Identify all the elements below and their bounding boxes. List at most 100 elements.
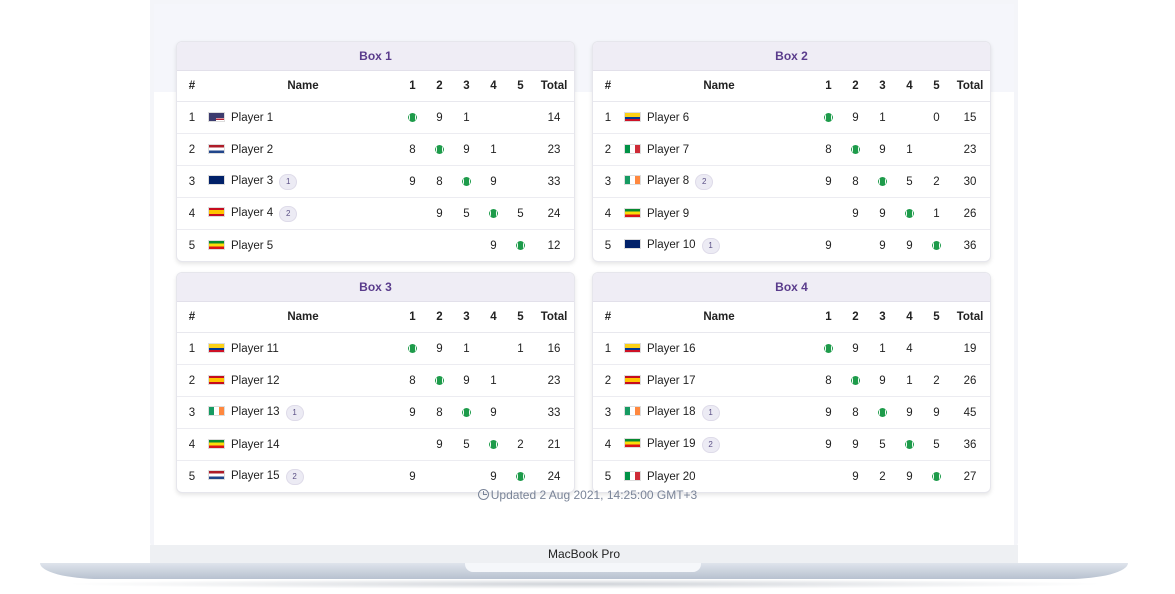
score-cell: 9 [426,197,453,230]
table-row: 2 Player 17 8 9 1 2 26 [593,364,990,397]
player-name-link[interactable]: Player 4 [231,207,273,219]
player-name-link[interactable]: Player 6 [647,112,689,124]
self-cell [842,133,869,166]
score-cell: 1 [507,332,534,365]
tennis-ball-icon [462,176,471,186]
score-cell: 9 [869,133,896,166]
table-row: 3 Player 3 1 9 8 9 33 [177,165,574,198]
player-name-link[interactable]: Player 16 [647,343,696,355]
rank-cell: 1 [177,332,207,365]
player-name-link[interactable]: Player 3 [231,175,273,187]
table-header-row: # Name 1 2 3 4 5 Total [177,71,574,102]
table-row: 4 Player 4 2 9 5 5 24 [177,197,574,230]
tennis-ball-icon [824,343,833,353]
tennis-ball-icon [878,176,887,186]
score-cell: 9 [815,165,842,198]
total-cell: 33 [534,396,574,429]
table-row: 4 Player 19 2 9 9 5 5 36 [593,428,990,461]
score-cell: 9 [426,101,453,134]
column-header: 3 [453,71,480,102]
column-header: 4 [480,71,507,102]
count-badge: 2 [695,173,714,190]
flag-nl-icon [208,143,225,154]
column-header: 1 [815,71,842,102]
score-cell: 9 [399,165,426,198]
score-cell [923,133,950,166]
rank-cell: 3 [177,165,207,198]
column-header: 1 [399,302,426,333]
self-cell [896,197,923,230]
player-cell: Player 19 2 [623,428,815,461]
self-cell [923,230,950,262]
table-row: 3 Player 8 2 9 8 5 2 30 [593,165,990,198]
total-cell: 14 [534,101,574,134]
score-cell [480,332,507,365]
player-name-link[interactable]: Player 12 [231,375,280,387]
tennis-ball-icon [905,439,914,449]
count-badge: 1 [701,404,720,421]
self-cell [426,133,453,166]
player-name-link[interactable]: Player 7 [647,144,689,156]
total-cell: 21 [534,428,574,461]
score-cell [507,396,534,429]
player-cell: Player 9 [623,197,815,230]
score-cell [426,230,453,262]
player-name-link[interactable]: Player 15 [231,470,280,482]
player-cell: Player 11 [207,332,399,365]
column-header: Total [950,302,990,333]
count-badge: 2 [701,436,720,453]
total-cell: 36 [950,428,990,461]
device-label: MacBook Pro [547,547,621,561]
column-header: Name [207,302,399,333]
column-header: 2 [426,71,453,102]
player-name-link[interactable]: Player 14 [231,439,280,451]
flag-it-icon [624,470,641,481]
rank-cell: 2 [177,133,207,166]
table-header-row: # Name 1 2 3 4 5 Total [593,71,990,102]
player-name-link[interactable]: Player 17 [647,375,696,387]
self-cell [815,332,842,365]
score-cell [896,101,923,134]
tennis-ball-icon [851,375,860,385]
score-cell: 0 [923,101,950,134]
score-cell: 9 [923,396,950,429]
player-cell: Player 7 [623,133,815,166]
player-name-link[interactable]: Player 18 [647,406,696,418]
tennis-ball-icon [435,375,444,385]
column-header: # [593,302,623,333]
tennis-ball-icon [932,240,941,250]
score-cell: 5 [869,428,896,461]
player-cell: Player 6 [623,101,815,134]
tennis-ball-icon [516,471,525,481]
player-name-link[interactable]: Player 13 [231,406,280,418]
rank-cell: 3 [177,396,207,429]
flag-et-icon [208,239,225,250]
player-name-link[interactable]: Player 1 [231,112,273,124]
score-cell: 9 [896,396,923,429]
column-header: # [177,302,207,333]
table-row: 1 Player 16 9 1 4 19 [593,332,990,365]
player-name-link[interactable]: Player 11 [231,343,279,355]
score-cell: 1 [869,101,896,134]
column-header: 2 [842,71,869,102]
count-badge: 1 [279,173,298,190]
player-name-link[interactable]: Player 9 [647,208,689,220]
table-row: 5 Player 5 9 12 [177,230,574,262]
player-name-link[interactable]: Player 5 [231,240,273,252]
column-header: Total [534,71,574,102]
flag-nl-icon [208,469,225,480]
score-cell [507,165,534,198]
rank-cell: 1 [593,101,623,134]
table-row: 3 Player 18 1 9 8 9 9 45 [593,396,990,429]
score-cell: 1 [923,197,950,230]
player-cell: Player 8 2 [623,165,815,198]
score-cell: 5 [507,197,534,230]
total-cell: 24 [534,197,574,230]
player-name-link[interactable]: Player 10 [647,239,696,251]
flag-co-icon [624,342,641,353]
rank-cell: 1 [593,332,623,365]
player-name-link[interactable]: Player 8 [647,175,689,187]
player-name-link[interactable]: Player 19 [647,438,696,450]
player-name-link[interactable]: Player 2 [231,144,273,156]
player-name-link[interactable]: Player 20 [647,471,696,483]
